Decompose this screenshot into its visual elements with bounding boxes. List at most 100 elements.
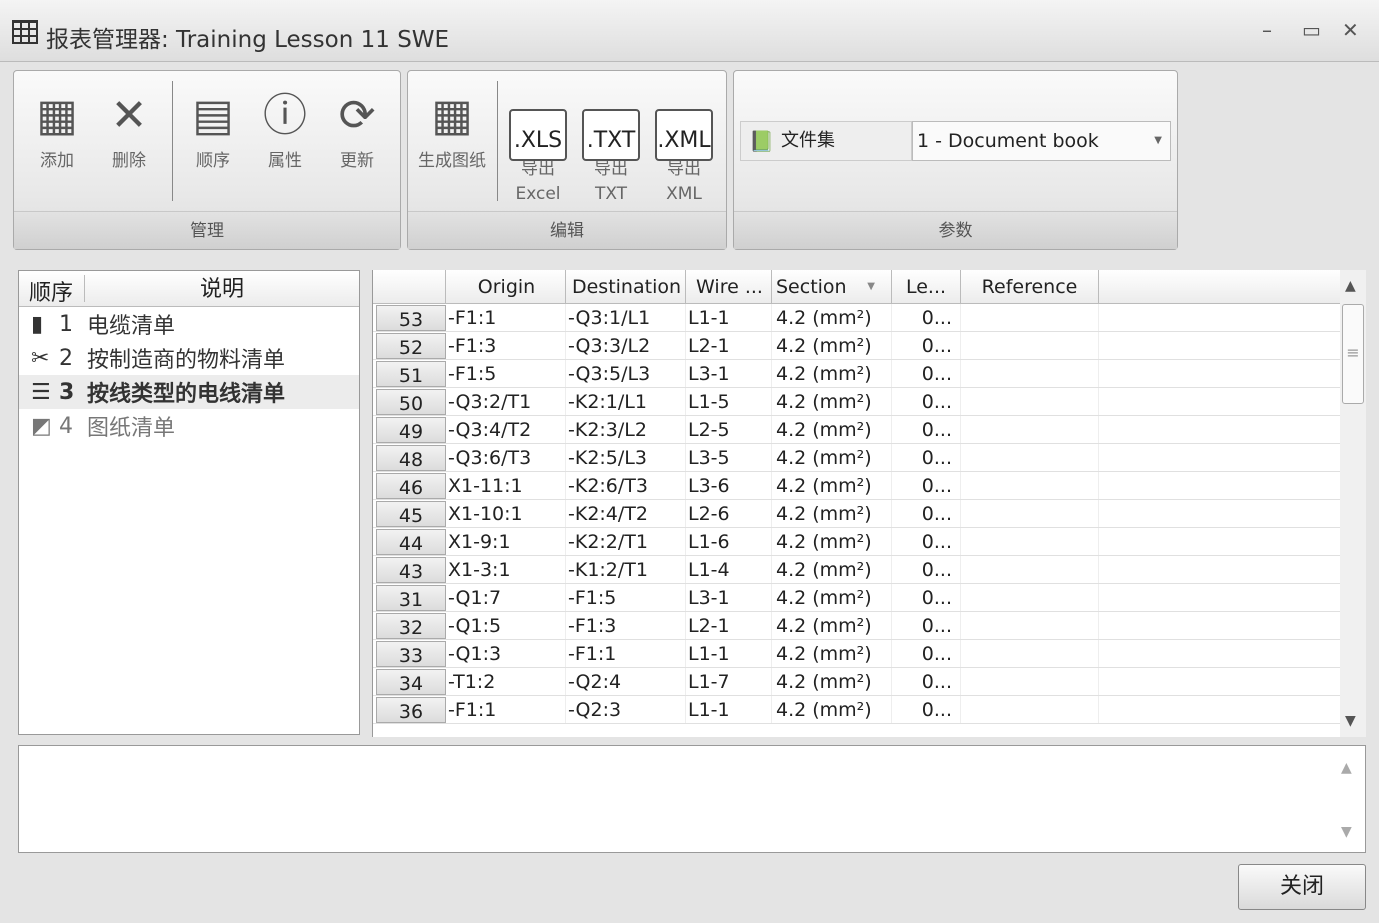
window-title: 报表管理器: Training Lesson 11 SWE — [46, 27, 450, 53]
export-xml-button[interactable]: .XML 导出 XML — [651, 79, 717, 209]
cell: L1-6 — [686, 528, 772, 555]
add-button[interactable]: ▦ 添加 — [24, 79, 90, 174]
scroll-down-icon[interactable]: ▼ — [1341, 824, 1352, 840]
table-row[interactable]: 44 X1-9:1 -K2:2/T1 L1-6 4.2 (mm²) 0... — [373, 528, 1340, 556]
cell[interactable]: 49 — [376, 417, 446, 443]
list-header: 顺序 说明 — [19, 271, 359, 307]
cell: L3-1 — [686, 584, 772, 611]
maximize-button[interactable]: ▭ — [1302, 18, 1321, 42]
table-row[interactable]: 45 X1-10:1 -K2:4/T2 L2-6 4.2 (mm²) 0... — [373, 500, 1340, 528]
cell: 0... — [892, 668, 961, 695]
separator — [172, 81, 173, 201]
table-row[interactable]: 53 -F1:1 -Q3:1/L1 L1-1 4.2 (mm²) 0... — [373, 304, 1340, 332]
item-number: 2 — [59, 345, 73, 371]
list-item[interactable]: ☰ 3 按线类型的电线清单 — [19, 375, 359, 409]
table-row[interactable]: 33 -Q1:3 -F1:1 L1-1 4.2 (mm²) 0... — [373, 640, 1340, 668]
table-row[interactable]: 50 -Q3:2/T1 -K2:1/L1 L1-5 4.2 (mm²) 0... — [373, 388, 1340, 416]
cell: 4.2 (mm²) — [772, 640, 892, 667]
minimize-button[interactable]: – — [1262, 18, 1272, 42]
scroll-up-icon[interactable]: ▲ — [1341, 760, 1352, 776]
cell: 0... — [892, 696, 961, 723]
close-button[interactable]: 关闭 — [1238, 864, 1366, 910]
column-header-origin[interactable]: Origin — [446, 270, 566, 303]
document-set-label: 📗 文件集 — [740, 121, 912, 161]
column-header-reference[interactable]: Reference — [961, 270, 1099, 303]
table-row[interactable]: 43 X1-3:1 -K1:2/T1 L1-4 4.2 (mm²) 0... — [373, 556, 1340, 584]
order-button[interactable]: ▤ 顺序 — [180, 79, 246, 174]
column-header-length[interactable]: Le... — [892, 270, 961, 303]
table-row[interactable]: 48 -Q3:6/T3 -K2:5/L3 L3-5 4.2 (mm²) 0... — [373, 444, 1340, 472]
cell: L1-1 — [686, 640, 772, 667]
details-area[interactable]: ▲ ▼ — [18, 745, 1366, 853]
cell: L2-1 — [686, 612, 772, 639]
cell: 4.2 (mm²) — [772, 360, 892, 387]
table-row[interactable]: 32 -Q1:5 -F1:3 L2-1 4.2 (mm²) 0... — [373, 612, 1340, 640]
export-txt-button[interactable]: .TXT 导出 TXT — [578, 79, 644, 209]
cell: -F1:3 — [566, 612, 686, 639]
cell-reference — [961, 304, 1099, 331]
cell-reference — [961, 332, 1099, 359]
cell-reference — [961, 696, 1099, 723]
table-row[interactable]: 36 -F1:1 -Q2:3 L1-1 4.2 (mm²) 0... — [373, 696, 1340, 724]
scroll-down-icon[interactable]: ▼ — [1345, 713, 1356, 729]
cell: 4.2 (mm²) — [772, 556, 892, 583]
column-header-destination[interactable]: Destination — [566, 270, 686, 303]
list-item[interactable]: ✂ 2 按制造商的物料清单 — [19, 341, 359, 375]
column-header-description[interactable]: 说明 — [85, 271, 359, 306]
column-header-wire[interactable]: Wire ... — [686, 270, 772, 303]
close-window-button[interactable]: ✕ — [1342, 18, 1359, 42]
cell: -Q1:7 — [446, 584, 566, 611]
cell[interactable]: 34 — [376, 669, 446, 695]
cell: -Q3:5/L3 — [566, 360, 686, 387]
group-label: 管理 — [14, 211, 400, 249]
cell[interactable]: 36 — [376, 697, 446, 723]
cell: L1-1 — [686, 304, 772, 331]
cell: 4.2 (mm²) — [772, 668, 892, 695]
properties-button[interactable]: ⓘ 属性 — [252, 79, 318, 174]
cell[interactable]: 46 — [376, 473, 446, 499]
cell[interactable]: 32 — [376, 613, 446, 639]
table-row[interactable]: 52 -F1:3 -Q3:3/L2 L2-1 4.2 (mm²) 0... — [373, 332, 1340, 360]
item-number: 3 — [59, 379, 75, 405]
cell[interactable]: 33 — [376, 641, 446, 667]
table-row[interactable]: 34 -T1:2 -Q2:4 L1-7 4.2 (mm²) 0... — [373, 668, 1340, 696]
column-header-order[interactable]: 顺序 — [19, 275, 85, 306]
cell[interactable]: 50 — [376, 389, 446, 415]
cell: -Q2:3 — [566, 696, 686, 723]
scroll-up-icon[interactable]: ▲ — [1345, 278, 1356, 294]
cell: -Q3:1/L1 — [566, 304, 686, 331]
table-row[interactable]: 51 -F1:5 -Q3:5/L3 L3-1 4.2 (mm²) 0... — [373, 360, 1340, 388]
ribbon-group-params: 📗 文件集 1 - Document book ▼ 参数 — [733, 70, 1178, 250]
ribbon-group-edit: ▦ 生成图纸 .XLS 导出 Excel .TXT 导出 TXT .XML 导出 XML 编辑 — [407, 70, 727, 250]
cell[interactable]: 51 — [376, 361, 446, 387]
cell[interactable]: 43 — [376, 557, 446, 583]
cell-reference — [961, 444, 1099, 471]
generate-drawing-button[interactable]: ▦ 生成图纸 — [412, 79, 492, 174]
cell[interactable]: 52 — [376, 333, 446, 359]
list-item[interactable]: ◩ 4 图纸清单 — [19, 409, 359, 443]
update-button[interactable]: ⟳ 更新 — [324, 79, 390, 174]
document-set-dropdown[interactable]: 1 - Document book ▼ — [912, 121, 1171, 161]
column-header-section[interactable]: Section ▼ — [772, 270, 892, 303]
table-row[interactable]: 31 -Q1:7 -F1:5 L3-1 4.2 (mm²) 0... — [373, 584, 1340, 612]
tools-icon: ✂ — [31, 345, 50, 371]
table-scrollbar[interactable]: ▲ ≡ ▼ — [1340, 270, 1366, 737]
cell[interactable]: 53 — [376, 305, 446, 331]
cell[interactable]: 48 — [376, 445, 446, 471]
cell[interactable]: 31 — [376, 585, 446, 611]
cell[interactable]: 44 — [376, 529, 446, 555]
table-row[interactable]: 46 X1-11:1 -K2:6/T3 L3-6 4.2 (mm²) 0... — [373, 472, 1340, 500]
cell: -Q2:4 — [566, 668, 686, 695]
scroll-thumb[interactable]: ≡ — [1342, 304, 1364, 404]
table-row[interactable]: 49 -Q3:4/T2 -K2:3/L2 L2-5 4.2 (mm²) 0... — [373, 416, 1340, 444]
cable-icon: ▮ — [31, 311, 44, 337]
chevron-down-icon: ▼ — [1154, 135, 1162, 146]
cell-reference — [961, 668, 1099, 695]
list-item[interactable]: ▮ 1 电缆清单 — [19, 307, 359, 341]
cell[interactable]: 45 — [376, 501, 446, 527]
delete-button[interactable]: ✕ 删除 — [96, 79, 162, 174]
cell: L2-6 — [686, 500, 772, 527]
export-excel-button[interactable]: .XLS 导出 Excel — [505, 79, 571, 209]
cell: 0... — [892, 640, 961, 667]
cell: L2-1 — [686, 332, 772, 359]
